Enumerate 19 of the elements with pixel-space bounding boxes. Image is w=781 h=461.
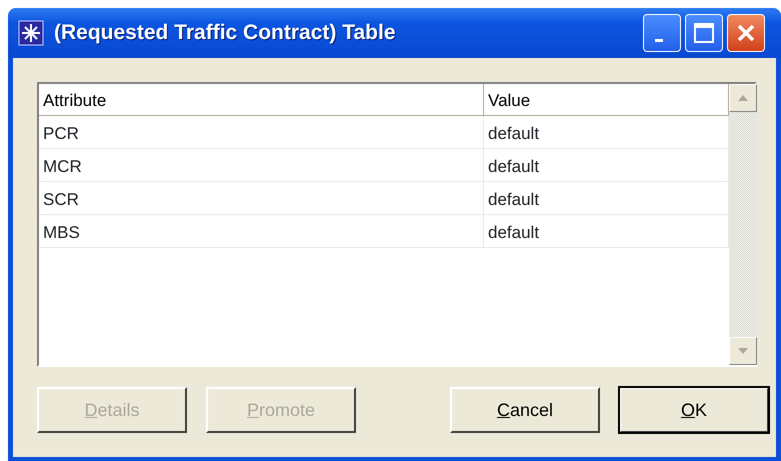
scroll-down-button[interactable] [729,337,757,365]
dialog-button[interactable]: OK [619,387,769,433]
down-arrow-icon [738,348,748,354]
dialog-button[interactable]: Cancel [450,387,600,433]
close-button[interactable] [727,14,765,52]
table-cell: MCR [39,149,484,181]
table-cell: SCR [39,182,484,214]
minimize-button[interactable] [643,14,681,52]
window-title: (Requested Traffic Contract) Table [54,20,396,46]
close-icon [735,22,757,44]
maximize-button[interactable] [685,14,723,52]
minimize-icon [655,38,663,42]
maximize-icon [693,22,715,44]
scroll-up-button[interactable] [729,84,757,112]
app-icon [18,20,44,46]
table-cell: PCR [39,116,484,148]
scrollbar[interactable] [729,84,757,365]
table-cell: MBS [39,215,484,247]
up-arrow-icon [738,95,748,101]
